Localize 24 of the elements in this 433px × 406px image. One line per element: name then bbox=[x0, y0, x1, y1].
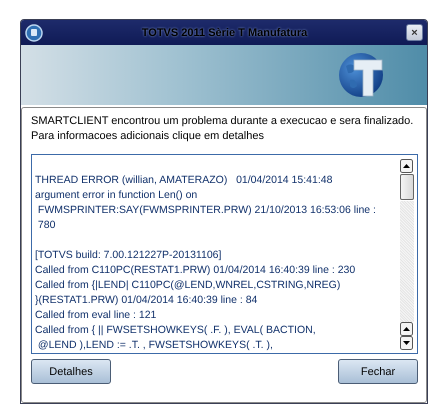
app-icon bbox=[25, 24, 43, 42]
log-line: [TOTVS build: 7.00.121227P-20131106] bbox=[35, 248, 222, 263]
log-line: @LEND ),LEND := .T. , FWSETSHOWKEYS( .T. ), bbox=[36, 338, 274, 353]
log-line: Called from C110PC(RESTAT1.PRW) 01/04/2014 16:40:39 line : 230 bbox=[35, 263, 356, 278]
message-text: SMARTCLIENT encontrou um problema durante a execucao e sera finalizado. bbox=[31, 114, 414, 129]
log-line: }(RESTAT1.PRW) 01/04/2014 16:40:39 line : 84 bbox=[35, 293, 258, 308]
log-line: Called from { || FWSETSHOWKEYS( .F. ), EVAL( BACTION, bbox=[35, 323, 317, 338]
log-line: 780 bbox=[36, 218, 56, 233]
scroll-up-icon[interactable] bbox=[400, 322, 413, 336]
log-line: THREAD ERROR (willian, AMATERAZO) 01/04/2014 15:41:48 bbox=[35, 173, 334, 188]
log-line: Called from {|LEND| C110PC(@LEND,WNREL,CSTRING,NREG) bbox=[35, 278, 342, 293]
dialog-button[interactable]: Detalhes bbox=[31, 359, 111, 384]
scroll-down-icon[interactable] bbox=[400, 336, 413, 350]
globe-logo-icon bbox=[338, 52, 384, 98]
scrollbar[interactable] bbox=[400, 159, 414, 350]
log-line: argument error in function Len() on bbox=[35, 188, 198, 203]
window-title: TOTVS 2011 Sèrie T Manufatura bbox=[140, 26, 308, 38]
dialog-button[interactable]: Fechar bbox=[338, 359, 418, 384]
close-button[interactable]: × bbox=[406, 24, 423, 41]
log-line: Called from eval line : 121 bbox=[35, 308, 158, 323]
scroll-thumb[interactable] bbox=[400, 174, 414, 200]
scroll-up-icon[interactable] bbox=[400, 159, 413, 173]
log-line: FWMSPRINTER:SAY(FWMSPRINTER.PRW) 21/10/2013 16:53:06 line : bbox=[36, 203, 377, 218]
message-text: Para informacoes adicionais clique em detalhes bbox=[31, 129, 265, 144]
